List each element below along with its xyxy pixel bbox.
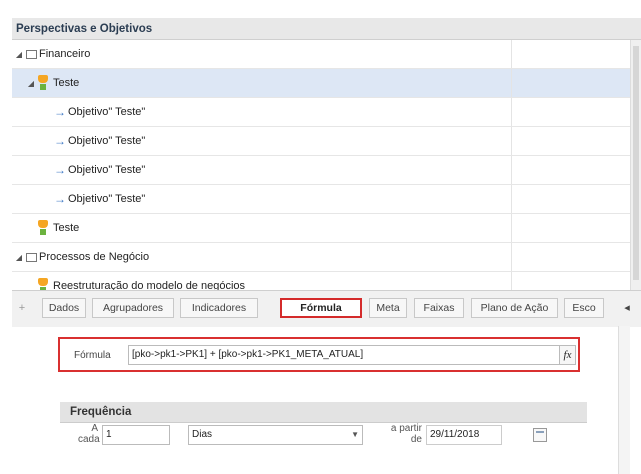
tab-scroll-left-icon[interactable]: + (16, 299, 28, 317)
tree-row-objective[interactable]: → Objetivo" Teste" (12, 185, 630, 214)
tree-row-group[interactable]: ◢ Teste (12, 69, 630, 98)
collapse-caret-icon[interactable]: ◢ (26, 79, 36, 88)
collapse-caret-icon[interactable]: ◢ (14, 50, 24, 59)
tab-indicadores[interactable]: Indicadores (180, 298, 258, 318)
tree-node: → Objetivo" Teste" (54, 98, 145, 126)
tree-node-label: Teste (53, 77, 80, 89)
tab-formula[interactable]: Fórmula (280, 298, 362, 318)
tree-row-objective[interactable]: → Objetivo" Teste" (12, 98, 630, 127)
from-label-line2: de (410, 434, 422, 445)
tab-esco[interactable]: Esco (564, 298, 604, 318)
tab-plano-de-acao[interactable]: Plano de Ação (471, 298, 558, 318)
column-separator (511, 243, 512, 271)
tree-row-objective[interactable]: → Objetivo" Teste" (12, 127, 630, 156)
tab-label: Fórmula (300, 302, 342, 314)
column-separator (511, 98, 512, 126)
from-label-line1: a partir (390, 423, 422, 434)
tree-node: → Objetivo" Teste" (54, 185, 145, 213)
tab-label: Agrupadores (102, 302, 164, 314)
column-separator (511, 214, 512, 242)
tree-row-perspective[interactable]: ◢ Financeiro (12, 40, 630, 69)
each-label: A cada (78, 423, 100, 445)
trophy-icon (36, 75, 50, 91)
tab-scroll-right-icon[interactable]: ◂ (621, 299, 633, 317)
tab-label: Meta (376, 302, 400, 314)
each-value-input[interactable]: 1 (102, 425, 170, 445)
frequency-unit-value: Dias (192, 429, 213, 440)
tab-dados[interactable]: Dados (42, 298, 86, 318)
panel-title: Perspectivas e Objetivos (12, 18, 641, 40)
tree-node-label: Processos de Negócio (39, 251, 150, 263)
formula-box: Fórmula [pko->pk1->PK1] + [pko->pk1->PK1… (58, 337, 580, 372)
frequency-unit-select[interactable]: Dias ▼ (188, 425, 363, 445)
column-separator (511, 69, 512, 97)
fx-icon: fx (563, 349, 572, 361)
tree-node-label: Objetivo" Teste" (68, 106, 146, 118)
tab-label: Faixas (423, 302, 455, 314)
tree-node: Teste (36, 214, 79, 242)
content-scrollbar[interactable] (618, 326, 630, 474)
tree-node: ◢ Financeiro (14, 40, 90, 68)
from-label: a partir de (388, 423, 422, 445)
tree-node: ◢ Processos de Negócio (14, 243, 149, 271)
tree-node: → Objetivo" Teste" (54, 127, 145, 155)
frequency-header: Frequência (60, 402, 587, 423)
arrow-right-icon: → (54, 163, 66, 177)
tree-node-label: Teste (53, 222, 80, 234)
tab-agrupadores[interactable]: Agrupadores (92, 298, 174, 318)
trophy-icon (36, 220, 50, 236)
tab-faixas[interactable]: Faixas (414, 298, 464, 318)
tab-label: Indicadores (191, 302, 247, 314)
column-separator (511, 156, 512, 184)
arrow-right-icon: → (54, 134, 66, 148)
tab-label: Esco (572, 302, 596, 314)
tree-node-label: Financeiro (39, 48, 91, 60)
tree-node-label: Objetivo" Teste" (68, 193, 146, 205)
tree-node-label: Objetivo" Teste" (68, 164, 146, 176)
perspectives-tree: ◢ Financeiro ◢ Teste → Objetivo" Teste" … (12, 40, 630, 308)
tree-row-perspective[interactable]: ◢ Processos de Negócio (12, 243, 630, 272)
tree-node: ◢ Teste (26, 69, 79, 97)
tree-node-label: Objetivo" Teste" (68, 135, 146, 147)
tab-bar: + Dados Agrupadores Indicadores Fórmula … (12, 290, 641, 327)
arrow-right-icon: → (54, 192, 66, 206)
panel-title-text: Perspectivas e Objetivos (16, 23, 153, 35)
tree-node: → Objetivo" Teste" (54, 156, 145, 184)
column-separator (511, 185, 512, 213)
scrollbar-thumb[interactable] (633, 46, 639, 280)
folder-icon (26, 49, 37, 59)
each-label-line1: A (91, 423, 98, 434)
tab-label: Plano de Ação (480, 302, 549, 314)
frequency-title: Frequência (70, 406, 132, 418)
tab-label: Dados (48, 302, 80, 314)
folder-icon (26, 252, 37, 262)
arrow-right-icon: → (54, 105, 66, 119)
each-label-line2: cada (78, 434, 100, 445)
tab-meta[interactable]: Meta (369, 298, 407, 318)
collapse-caret-icon[interactable]: ◢ (14, 253, 24, 262)
formula-editor-button[interactable]: fx (560, 345, 576, 365)
formula-label: Fórmula (74, 350, 111, 361)
calendar-icon[interactable] (533, 428, 547, 442)
tree-scrollbar[interactable] (630, 40, 641, 308)
tree-row-objective[interactable]: → Objetivo" Teste" (12, 156, 630, 185)
column-separator (511, 40, 512, 68)
tree-row-group[interactable]: Teste (12, 214, 630, 243)
chevron-down-icon: ▼ (351, 430, 359, 439)
from-date-input[interactable]: 29/11/2018 (426, 425, 502, 445)
column-separator (511, 127, 512, 155)
formula-input[interactable]: [pko->pk1->PK1] + [pko->pk1->PK1_META_AT… (128, 345, 560, 365)
